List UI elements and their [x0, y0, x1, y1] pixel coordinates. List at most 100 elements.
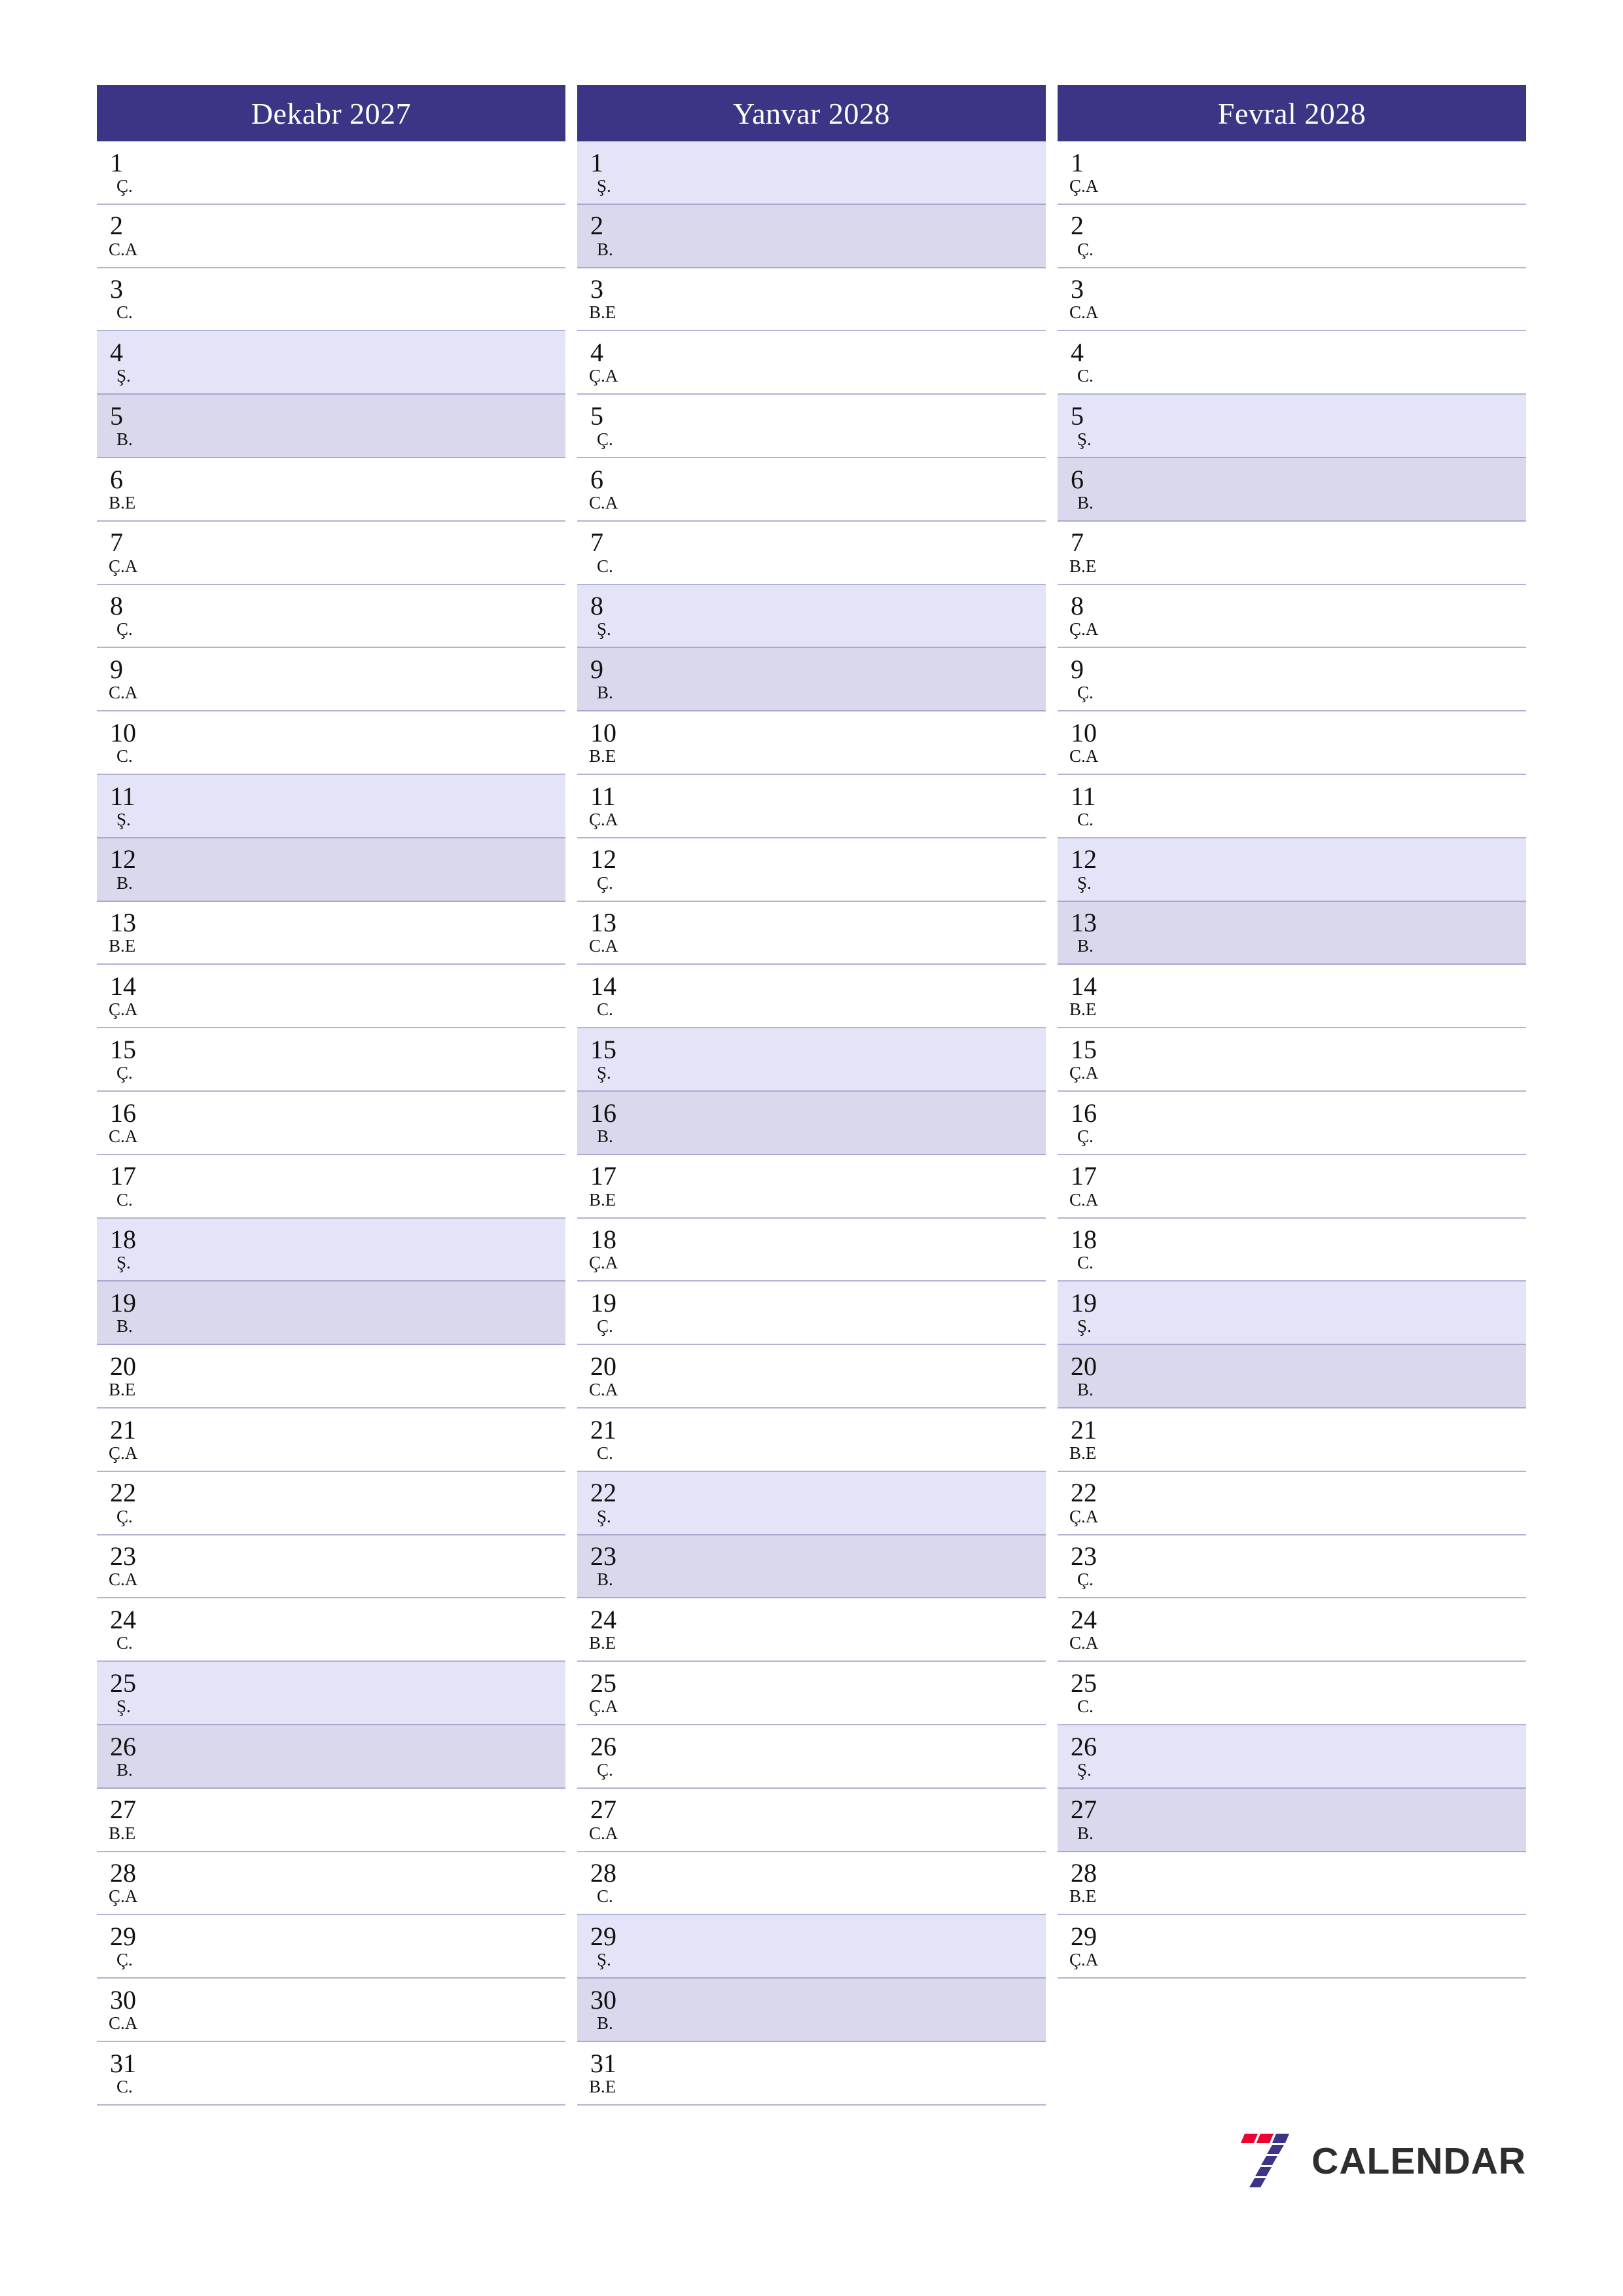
day-row[interactable]: 13 C.A — [577, 901, 1046, 965]
day-row[interactable]: 26 Ş. — [1058, 1725, 1526, 1789]
day-row[interactable]: 28 C. — [577, 1852, 1046, 1916]
day-row[interactable]: 11 C. — [1058, 774, 1526, 838]
day-row[interactable]: 23 B. — [577, 1535, 1046, 1599]
day-row[interactable]: 8 Ş. — [577, 584, 1046, 649]
day-row[interactable]: 7 B.E — [1058, 521, 1526, 585]
day-row[interactable]: 21 Ç.A — [97, 1408, 565, 1472]
day-row[interactable]: 24 C.A — [1058, 1598, 1526, 1662]
day-row[interactable]: 5 Ş. — [1058, 395, 1526, 458]
day-number: 26 — [1071, 1731, 1097, 1761]
day-row[interactable]: 17 C.A — [1058, 1155, 1526, 1219]
day-row[interactable]: 15 Ç.A — [1058, 1028, 1526, 1092]
day-row[interactable]: 9 Ç. — [1058, 648, 1526, 712]
day-row[interactable]: 29 Ç.A — [1058, 1915, 1526, 1979]
day-row[interactable]: 24 B.E — [577, 1598, 1046, 1662]
day-row[interactable]: 16 Ç. — [1058, 1091, 1526, 1155]
day-row[interactable]: 11 Ç.A — [577, 774, 1046, 838]
day-row[interactable]: 7 C. — [577, 521, 1046, 585]
day-row[interactable]: 4 C. — [1058, 331, 1526, 395]
day-row[interactable]: 15 Ş. — [577, 1028, 1046, 1092]
day-row[interactable]: 10 C. — [97, 711, 565, 775]
day-row[interactable]: 27 C.A — [577, 1788, 1046, 1852]
day-number: 8 — [1071, 591, 1084, 621]
day-row[interactable]: 12 Ş. — [1058, 838, 1526, 902]
day-row[interactable]: 10 C.A — [1058, 711, 1526, 775]
day-row[interactable]: 14 C. — [577, 965, 1046, 1029]
day-number: 21 — [1071, 1414, 1097, 1444]
day-row[interactable]: 2 B. — [577, 204, 1046, 268]
day-row[interactable]: 13 B.E — [97, 901, 565, 965]
day-row[interactable]: 14 Ç.A — [97, 965, 565, 1029]
day-row[interactable]: 18 Ç.A — [577, 1218, 1046, 1282]
day-row[interactable]: 3 C. — [97, 268, 565, 332]
day-row[interactable]: 10 B.E — [577, 711, 1046, 775]
day-row[interactable]: 1 Ç. — [97, 141, 565, 205]
day-row[interactable]: 23 C.A — [97, 1535, 565, 1599]
day-row[interactable]: 16 B. — [577, 1091, 1046, 1155]
day-row[interactable]: 12 Ç. — [577, 838, 1046, 902]
day-row[interactable]: 19 Ş. — [1058, 1282, 1526, 1346]
day-row[interactable]: 13 B. — [1058, 901, 1526, 965]
day-row[interactable]: 27 B. — [1058, 1788, 1526, 1852]
day-row[interactable]: 16 C.A — [97, 1091, 565, 1155]
day-row[interactable]: 29 Ç. — [97, 1915, 565, 1979]
day-row[interactable]: 5 Ç. — [577, 395, 1046, 458]
day-row[interactable]: 9 B. — [577, 648, 1046, 712]
day-row[interactable]: 30 B. — [577, 1979, 1046, 2042]
day-row[interactable]: 15 Ç. — [97, 1028, 565, 1092]
day-row[interactable]: 11 Ş. — [97, 774, 565, 838]
day-row[interactable]: 12 B. — [97, 838, 565, 902]
day-row[interactable]: 6 B.E — [97, 457, 565, 522]
day-row[interactable]: 30 C.A — [97, 1979, 565, 2042]
day-row[interactable]: 25 C. — [1058, 1662, 1526, 1725]
day-row[interactable]: 6 C.A — [577, 457, 1046, 522]
day-row[interactable]: 7 Ç.A — [97, 521, 565, 585]
day-row[interactable]: 22 Ç. — [97, 1471, 565, 1535]
day-row[interactable]: 18 Ş. — [97, 1218, 565, 1282]
day-number: 16 — [590, 1098, 616, 1128]
day-row[interactable]: 4 Ş. — [97, 331, 565, 395]
day-row[interactable]: 21 C. — [577, 1408, 1046, 1472]
day-weekday: C.A — [109, 1570, 138, 1590]
day-row[interactable]: 28 Ç.A — [97, 1852, 565, 1916]
day-weekday: C.A — [589, 492, 618, 512]
day-row[interactable]: 9 C.A — [97, 648, 565, 712]
day-row[interactable]: 20 B.E — [97, 1345, 565, 1408]
day-row[interactable]: 21 B.E — [1058, 1408, 1526, 1472]
day-row[interactable]: 17 B.E — [577, 1155, 1046, 1219]
day-row[interactable]: 6 B. — [1058, 457, 1526, 522]
day-weekday: B. — [597, 239, 613, 259]
day-number: 16 — [1071, 1098, 1097, 1128]
day-row[interactable]: 23 Ç. — [1058, 1535, 1526, 1599]
day-row[interactable]: 25 Ş. — [97, 1662, 565, 1725]
day-row[interactable]: 2 C.A — [97, 204, 565, 268]
day-row[interactable]: 26 B. — [97, 1725, 565, 1789]
day-row[interactable]: 26 Ç. — [577, 1725, 1046, 1789]
month-column: Dekabr 2027 1 Ç. 2 C.A 3 C. 4 Ş. 5 B. 6 B.E 7 Ç.A 8 Ç. 9 C… — [97, 85, 565, 2212]
day-row[interactable]: 4 Ç.A — [577, 331, 1046, 395]
day-row[interactable]: 19 B. — [97, 1282, 565, 1346]
day-row[interactable]: 8 Ç. — [97, 584, 565, 649]
day-row[interactable]: 27 B.E — [97, 1788, 565, 1852]
day-row[interactable]: 22 Ç.A — [1058, 1471, 1526, 1535]
day-row[interactable]: 18 C. — [1058, 1218, 1526, 1282]
day-row[interactable]: 28 B.E — [1058, 1852, 1526, 1916]
day-row[interactable]: 29 Ş. — [577, 1915, 1046, 1979]
day-row[interactable]: 25 Ç.A — [577, 1662, 1046, 1725]
day-row[interactable]: 31 B.E — [577, 2041, 1046, 2106]
day-row[interactable]: 20 B. — [1058, 1345, 1526, 1408]
day-row[interactable]: 31 C. — [97, 2041, 565, 2106]
day-row[interactable]: 17 C. — [97, 1155, 565, 1219]
day-row[interactable]: 3 B.E — [577, 268, 1046, 332]
day-row[interactable]: 1 Ş. — [577, 141, 1046, 205]
day-row[interactable]: 1 Ç.A — [1058, 141, 1526, 205]
day-row[interactable]: 14 B.E — [1058, 965, 1526, 1029]
day-row[interactable]: 5 B. — [97, 395, 565, 458]
day-row[interactable]: 24 C. — [97, 1598, 565, 1662]
day-row[interactable]: 8 Ç.A — [1058, 584, 1526, 649]
day-row[interactable]: 20 C.A — [577, 1345, 1046, 1408]
day-row[interactable]: 2 Ç. — [1058, 204, 1526, 268]
day-row[interactable]: 22 Ş. — [577, 1471, 1046, 1535]
day-row[interactable]: 19 Ç. — [577, 1282, 1046, 1346]
day-row[interactable]: 3 C.A — [1058, 268, 1526, 332]
